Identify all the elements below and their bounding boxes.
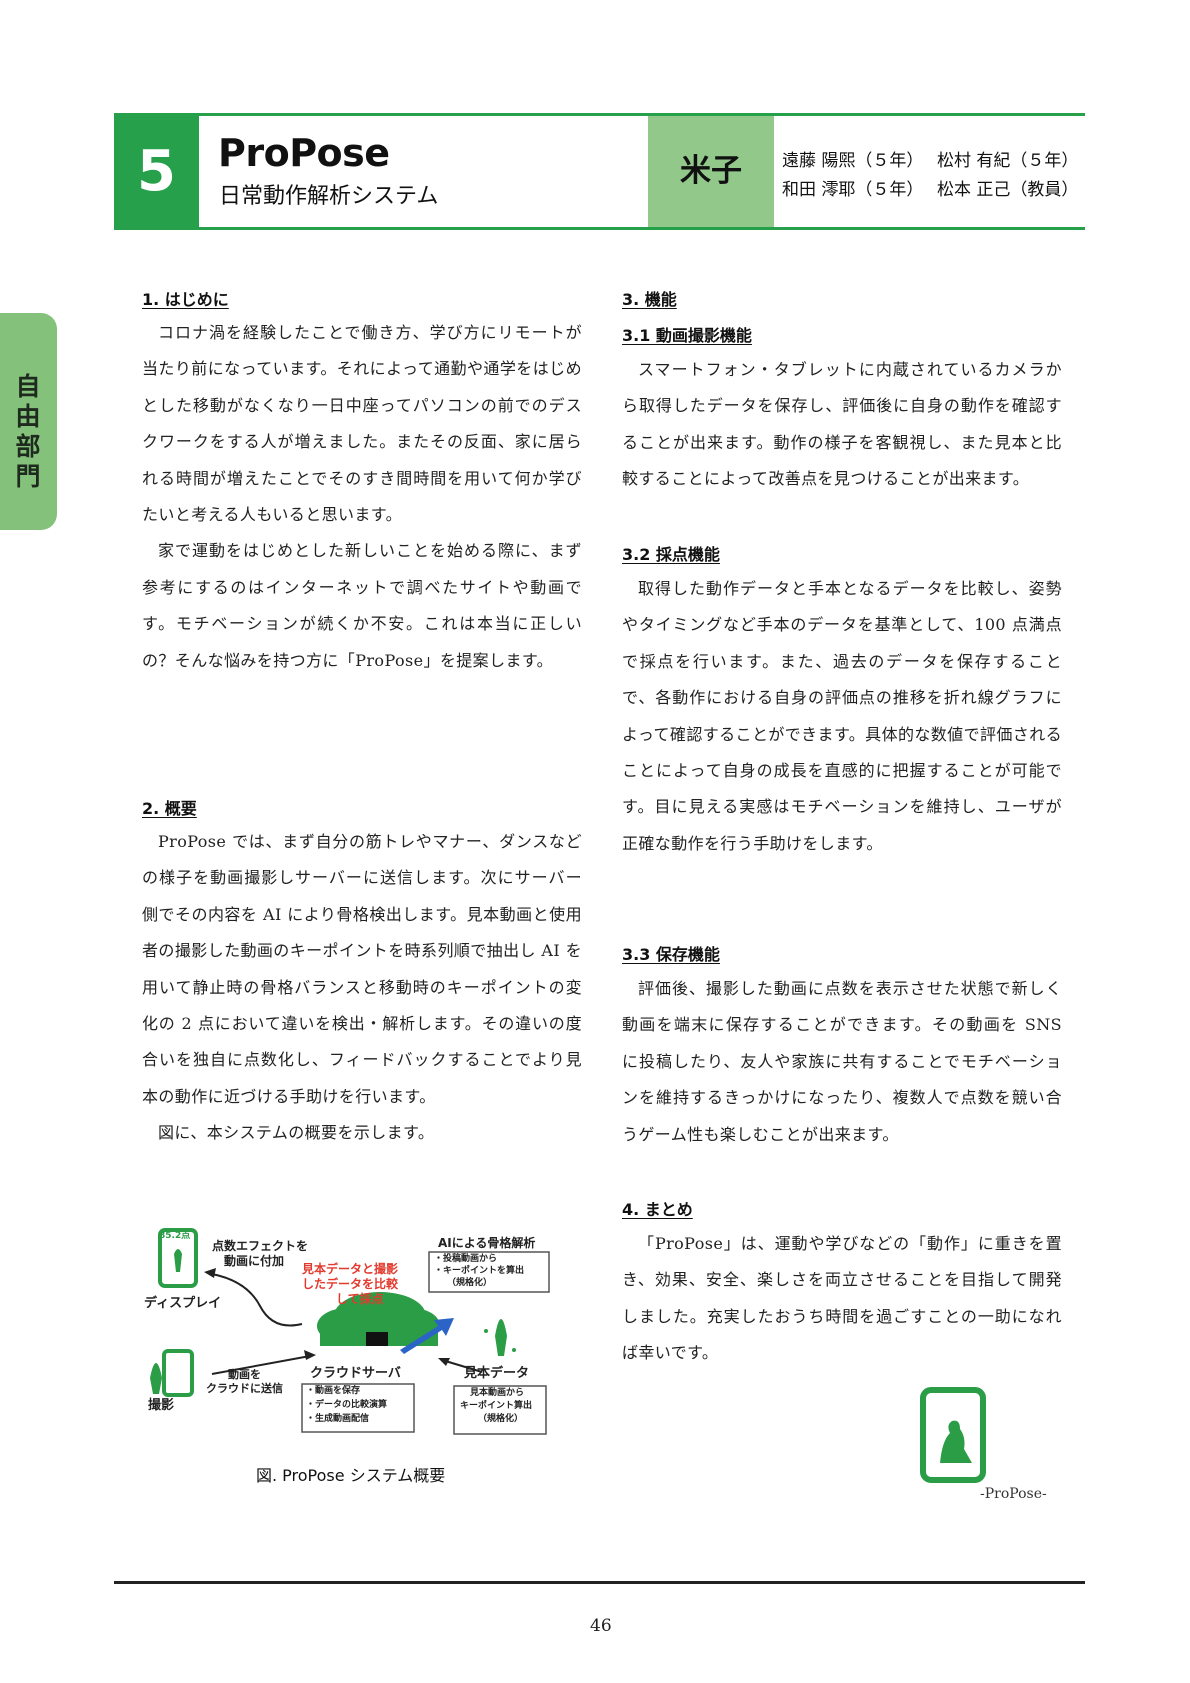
compare-label-line: して採点: [336, 1292, 384, 1306]
arrow-head-icon: [304, 1350, 316, 1360]
section-body-overview: ProPose では、まず自分の筋トレやマナー、ダンスなどの様子を動画撮影しサー…: [142, 824, 582, 1152]
arrow-head-icon: [204, 1268, 216, 1278]
sample-title: 見本データ: [464, 1366, 530, 1381]
paragraph: コロナ渦を経験したことで働き方、学び方にリモートが当たり前になっています。それに…: [142, 323, 582, 525]
send-label-line: 動画を: [228, 1368, 261, 1381]
score-label: 85.2点: [159, 1231, 191, 1241]
sample-item: 見本動画から: [470, 1388, 525, 1398]
sample-person-icon: [495, 1319, 507, 1356]
logo-caption: -ProPose-: [980, 1486, 1047, 1502]
camera-phone-icon: [162, 1349, 194, 1397]
effect-label-line: 点数エフェクトを: [212, 1239, 309, 1253]
paragraph: 「ProPose」は、運動や学びなどの「動作」に重きを置き、効果、安全、楽しさを…: [622, 1234, 1062, 1363]
figure-person-icon: [150, 1363, 162, 1394]
member-name: 和田 澪耶（５年）: [782, 180, 924, 200]
sparkle-icon: [512, 1348, 516, 1352]
article-title: ProPose: [218, 131, 390, 175]
shoot-label: 撮影: [148, 1398, 175, 1413]
member-name: 遠藤 陽煕（５年）: [782, 151, 924, 171]
send-label-line: クラウドに送信: [206, 1382, 283, 1395]
ai-item: ・キーポイントを算出: [434, 1266, 525, 1276]
section-body-intro: コロナ渦を経験したことで働き方、学び方にリモートが当たり前になっています。それに…: [142, 315, 582, 679]
paragraph: 取得した動作データと手本となるデータを比較し、姿勢やタイミングなど手本のデータを…: [622, 579, 1062, 853]
footer-rule: [114, 1581, 1085, 1584]
sample-item: キーポイント算出: [460, 1401, 533, 1411]
section-heading-intro: 1. はじめに: [142, 290, 229, 309]
effect-curve: [211, 1273, 303, 1327]
subsection-body-scoring: 取得した動作データと手本となるデータを比較し、姿勢やタイミングなど手本のデータを…: [622, 571, 1062, 862]
member-name: 松村 有紀（５年）: [937, 151, 1079, 171]
effect-label-line: 動画に付加: [224, 1254, 285, 1268]
figure-caption: 図. ProPose システム概要: [256, 1466, 446, 1485]
section-heading-overview: 2. 概要: [142, 799, 197, 818]
display-label: ディスプレイ: [144, 1296, 222, 1311]
page-number: 46: [590, 1616, 612, 1636]
ai-title: AIによる骨格解析: [438, 1236, 536, 1250]
propose-logo-icon: [918, 1385, 996, 1502]
ai-item: （規格化）: [447, 1278, 493, 1288]
section-heading-summary: 4. まとめ: [622, 1200, 693, 1219]
side-tab-label: 自由部門: [15, 372, 41, 491]
subsection-body-saving: 評価後、撮影した動画に点数を表示させた状態で新しく動画を端末に保存することができ…: [622, 971, 1062, 1153]
send-arrow: [211, 1355, 311, 1375]
compare-label-line: したデータを比較: [302, 1277, 399, 1291]
article-number: 5: [114, 116, 199, 227]
subsection-heading-scoring: 3.2 採点機能: [622, 545, 720, 564]
subsection-heading-saving: 3.3 保存機能: [622, 945, 720, 964]
paragraph: 評価後、撮影した動画に点数を表示させた状態で新しく動画を端末に保存することができ…: [622, 979, 1062, 1144]
ai-item: ・投稿動画から: [434, 1254, 498, 1264]
subsection-heading-recording: 3.1 動画撮影機能: [622, 326, 752, 345]
article-subtitle: 日常動作解析システム: [219, 184, 439, 209]
header-bottom-rule: [114, 227, 1085, 230]
paragraph: スマートフォン・タブレットに内蔵されているカメラから取得したデータを保存し、評価…: [622, 360, 1062, 489]
header-top-rule: [114, 113, 1085, 116]
cloud-label: クラウドサーバ: [310, 1366, 401, 1381]
paragraph: 図に、本システムの概要を示します。: [158, 1123, 435, 1143]
section-heading-features: 3. 機能: [622, 290, 677, 309]
member-name: 松本 正己（教員）: [937, 180, 1079, 200]
section-body-summary: 「ProPose」は、運動や学びなどの「動作」に重きを置き、効果、安全、楽しさを…: [622, 1226, 1062, 1372]
sample-item: （規格化）: [478, 1414, 524, 1424]
subsection-body-recording: スマートフォン・タブレットに内蔵されているカメラから取得したデータを保存し、評価…: [622, 352, 1062, 498]
school-name: 米子: [648, 116, 774, 227]
cloud-item: ・データの比較演算: [306, 1400, 388, 1410]
cloud-item: ・生成動画配信: [306, 1414, 370, 1424]
paragraph: 家で運動をはじめとした新しいことを始める際に、まず参考にするのはインターネットで…: [142, 541, 582, 670]
compare-label-line: 見本データと撮影: [302, 1262, 399, 1276]
sparkle-icon: [484, 1329, 488, 1333]
cloud-item: ・動画を保存: [306, 1386, 361, 1396]
paragraph: ProPose では、まず自分の筋トレやマナー、ダンスなどの様子を動画撮影しサー…: [142, 832, 582, 1106]
system-overview-figure: 85.2点 点数エフェクトを 動画に付加 ディスプレイ 見本データと撮影 したデ…: [142, 1226, 592, 1454]
